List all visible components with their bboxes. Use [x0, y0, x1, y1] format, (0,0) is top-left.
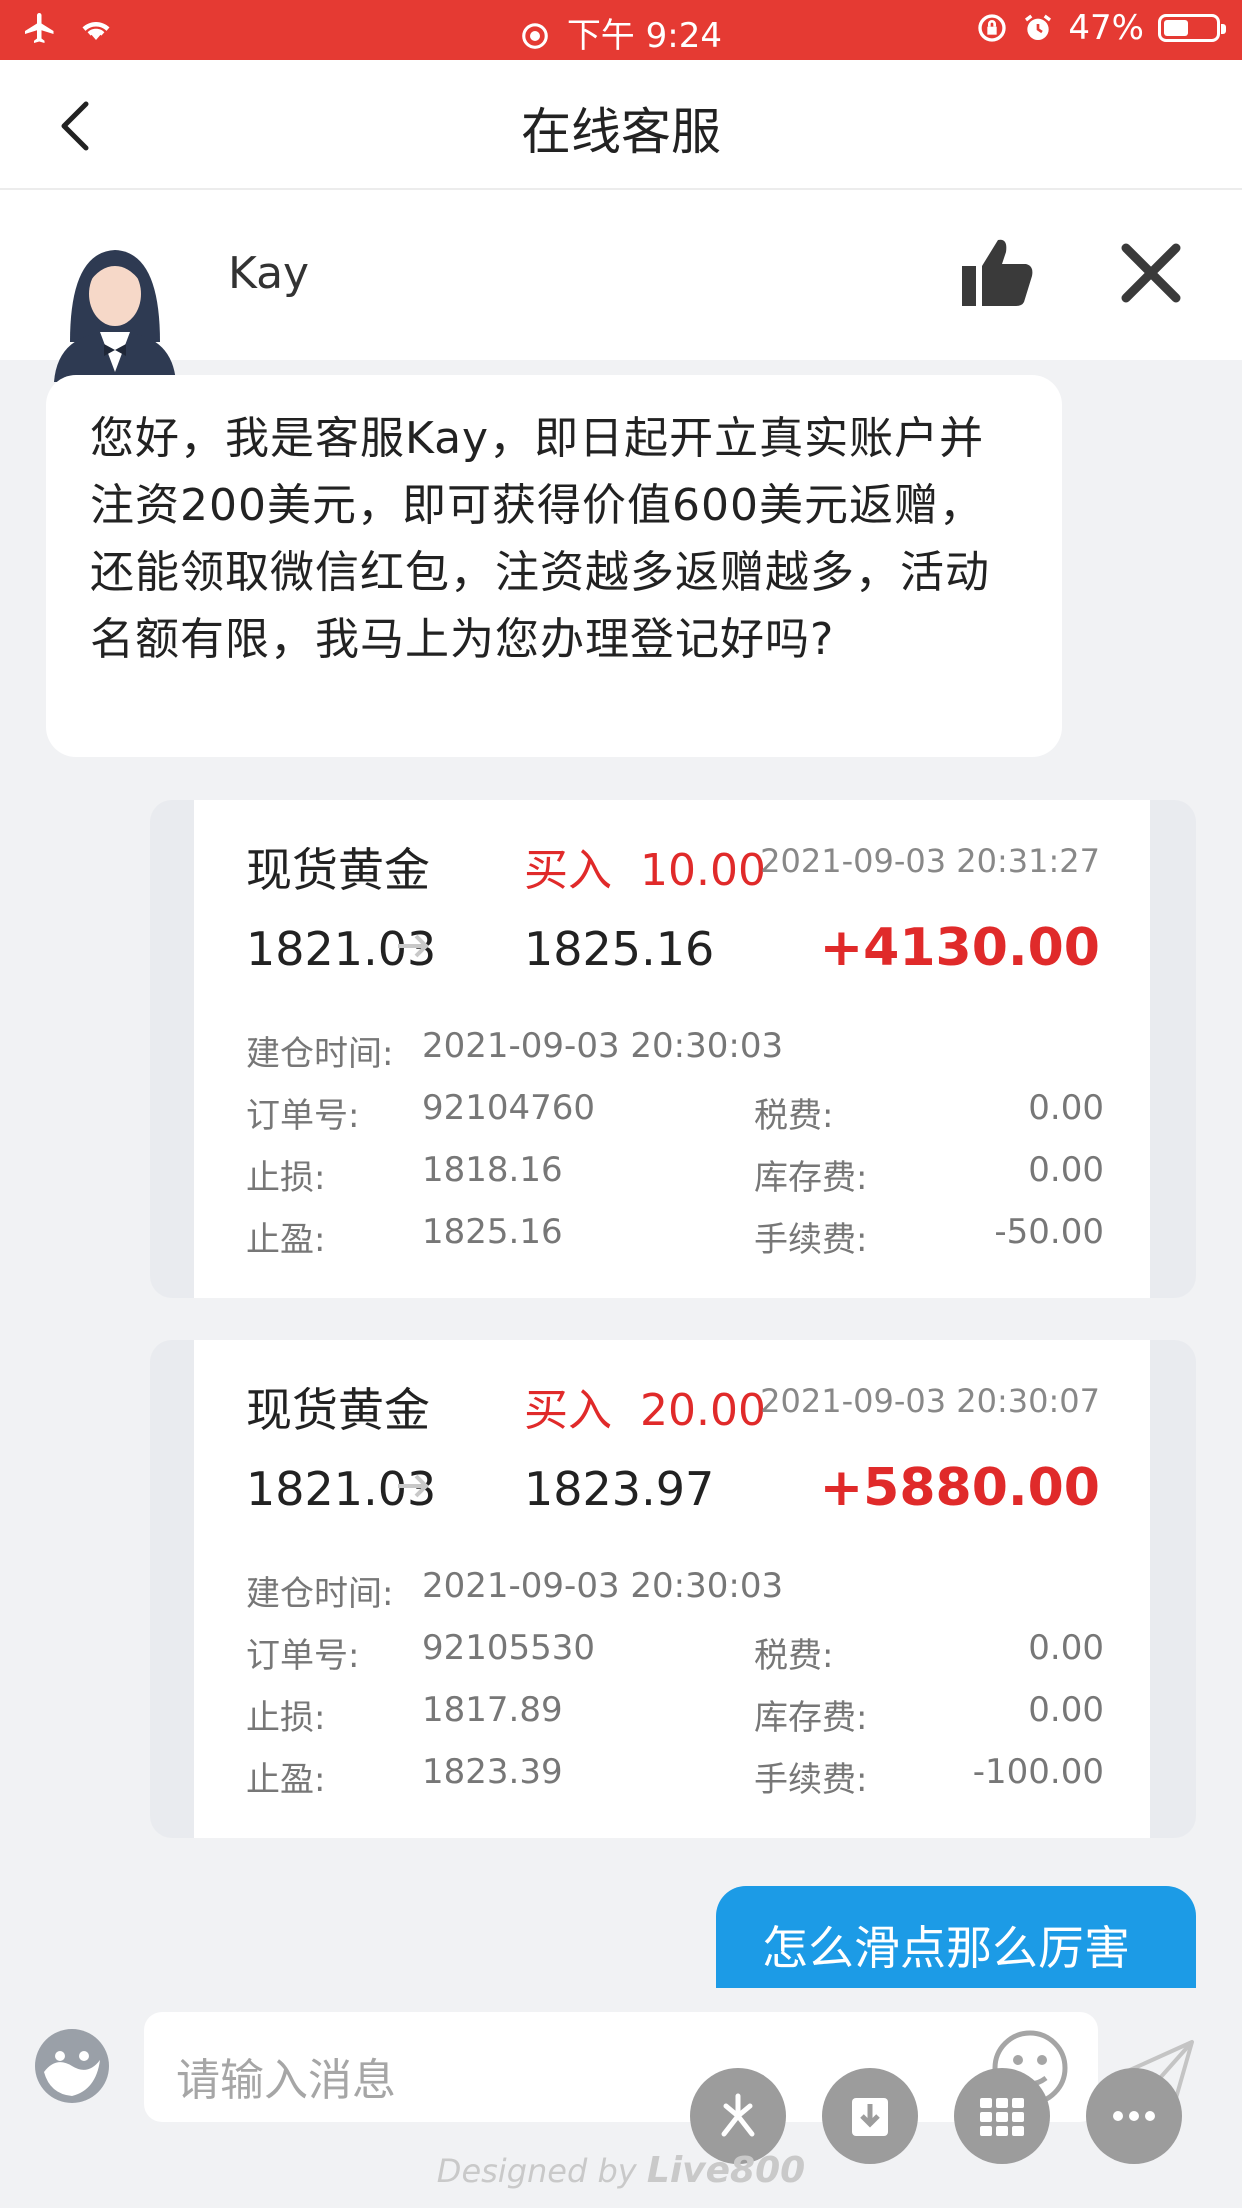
trade-card-message: 现货黄金 买入 10.00 2021-09-03 20:31:27 1821.0…: [150, 800, 1196, 1298]
close-icon[interactable]: [1118, 240, 1184, 306]
footer-credit: Designed by Live800: [0, 2150, 1242, 2191]
storage-value: 0.00: [1028, 1690, 1104, 1730]
alarm-icon: [1025, 14, 1052, 40]
fee-value: -50.00: [994, 1212, 1104, 1252]
take-profit-label: 止盈:: [246, 1220, 326, 1260]
face-icon[interactable]: [32, 2026, 112, 2106]
trade-profit: +5880.00: [819, 1458, 1100, 1518]
battery-percent: 47%: [1068, 8, 1144, 48]
take-profit-label: 止盈:: [246, 1760, 326, 1800]
open-time-label: 建仓时间:: [246, 1574, 394, 1614]
rotation-lock-icon: [978, 14, 1007, 42]
stop-loss-label: 止损:: [246, 1698, 326, 1738]
fee-label: 手续费:: [754, 1220, 868, 1260]
trade-close-time: 2021-09-03 20:30:07: [760, 1382, 1100, 1420]
trade-symbol: 现货黄金: [246, 1383, 430, 1437]
agent-message-text: 您好，我是客服Kay，即日起开立真实账户并注资200美元，即可获得价值600美元…: [90, 413, 990, 665]
battery-fill: [1164, 20, 1188, 36]
status-bar: 下午 9:24 47%: [0, 0, 1242, 60]
stop-loss-value: 1817.89: [422, 1690, 563, 1730]
more-dots-icon: [1113, 2111, 1155, 2121]
order-value: 92105530: [422, 1628, 596, 1668]
take-profit-value: 1825.16: [422, 1212, 563, 1252]
agent-name: Kay: [228, 248, 310, 299]
agent-header: Kay: [0, 190, 1242, 382]
close-price: 1825.16: [524, 922, 715, 976]
location-icon: [522, 23, 548, 49]
stop-loss-value: 1818.16: [422, 1150, 563, 1190]
download-icon: [852, 2098, 888, 2136]
arrow-right-icon: [398, 934, 429, 958]
user-message-text: 怎么滑点那么厉害: [762, 1921, 1130, 1975]
tax-value: 0.00: [1028, 1628, 1104, 1668]
tax-label: 税费:: [754, 1636, 834, 1676]
agent-avatar: [54, 250, 176, 382]
take-profit-value: 1823.39: [422, 1752, 563, 1792]
storage-label: 库存费:: [754, 1158, 868, 1198]
trade-symbol: 现货黄金: [246, 843, 430, 897]
order-value: 92104760: [422, 1088, 596, 1128]
trade-action: 买入 20.00: [524, 1374, 766, 1438]
input-area: 请输入消息 Designed by Live800: [0, 1988, 1242, 2208]
page-title: 在线客服: [521, 103, 721, 161]
tax-label: 税费:: [754, 1096, 834, 1136]
stop-loss-label: 止损:: [246, 1158, 326, 1198]
trade-profit: +4130.00: [819, 918, 1100, 978]
status-time-text: 下午 9:24: [566, 16, 722, 56]
arrow-right-icon: [398, 1474, 429, 1498]
agent-message-bubble: 您好，我是客服Kay，即日起开立真实账户并注资200美元，即可获得价值600美元…: [46, 375, 1062, 757]
trade-card: 现货黄金 买入 10.00 2021-09-03 20:31:27 1821.0…: [194, 800, 1150, 1298]
trade-lots: 20.00: [639, 1385, 766, 1436]
trade-action-label: 买入: [524, 845, 612, 896]
spark-icon: [721, 2093, 755, 2137]
trade-card: 现货黄金 买入 20.00 2021-09-03 20:30:07 1821.0…: [194, 1340, 1150, 1838]
grid-icon: [980, 2098, 1024, 2136]
order-label: 订单号:: [246, 1636, 360, 1676]
trade-action-label: 买入: [524, 1385, 612, 1436]
close-price: 1823.97: [524, 1462, 715, 1516]
trade-action: 买入 10.00: [524, 834, 766, 898]
storage-value: 0.00: [1028, 1150, 1104, 1190]
battery-icon: [1158, 14, 1226, 42]
tax-value: 0.00: [1028, 1088, 1104, 1128]
fee-value: -100.00: [972, 1752, 1104, 1792]
thumbs-up-icon[interactable]: [960, 234, 1036, 310]
open-time-label: 建仓时间:: [246, 1034, 394, 1074]
open-time-value: 2021-09-03 20:30:03: [422, 1026, 784, 1066]
trade-lots: 10.00: [639, 845, 766, 896]
storage-label: 库存费:: [754, 1698, 868, 1738]
footer-brand: Live800: [646, 2150, 806, 2191]
status-right: 47%: [976, 8, 1226, 48]
order-label: 订单号:: [246, 1096, 360, 1136]
open-time-value: 2021-09-03 20:30:03: [422, 1566, 784, 1606]
trade-card-message: 现货黄金 买入 20.00 2021-09-03 20:30:07 1821.0…: [150, 1340, 1196, 1838]
trade-close-time: 2021-09-03 20:31:27: [760, 842, 1100, 880]
footer-designed-by: Designed by: [436, 2152, 637, 2190]
user-message-bubble: 怎么滑点那么厉害: [716, 1886, 1196, 1998]
fee-label: 手续费:: [754, 1760, 868, 1800]
nav-bar: 在线客服: [0, 60, 1242, 190]
message-input-placeholder: 请输入消息: [176, 2055, 396, 2106]
